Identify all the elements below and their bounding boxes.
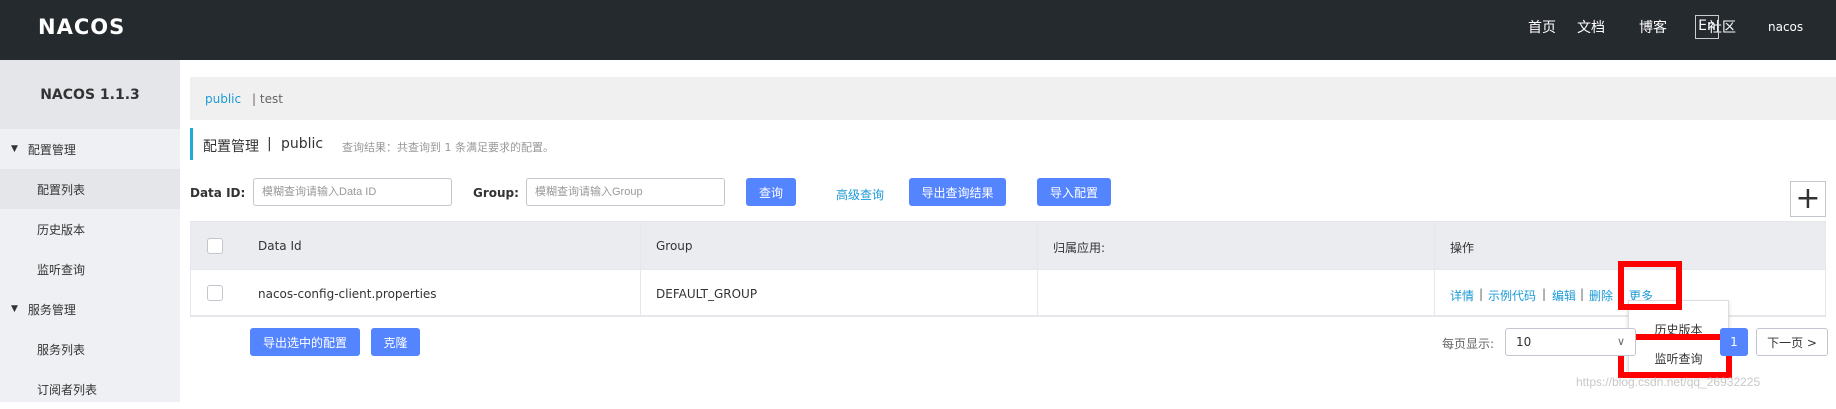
column-header-data-id: Data Id	[258, 239, 302, 253]
data-id-input[interactable]: 模糊查询请输入Data ID	[253, 178, 452, 206]
row-group: DEFAULT_GROUP	[656, 287, 758, 301]
sidebar-item-label: 监听查询	[37, 262, 86, 277]
sidebar-item-listener-query[interactable]: 监听查询	[0, 249, 180, 289]
watermark: https://blog.csdn.net/qq_26932225	[1576, 375, 1761, 389]
sidebar-group-config[interactable]: ▼ 配置管理	[0, 129, 180, 169]
nacos-logo[interactable]: NACOS	[38, 15, 125, 39]
clone-button[interactable]: 克隆	[371, 328, 420, 356]
nav-blog[interactable]: 博客	[1639, 17, 1667, 37]
sidebar-item-label: 历史版本	[37, 222, 86, 237]
next-page-button[interactable]: 下一页 >	[1756, 328, 1828, 356]
sidebar-title: NACOS 1.1.3	[0, 60, 180, 129]
sample-code-link[interactable]: 示例代码	[1488, 287, 1536, 304]
namespace-public[interactable]: public	[205, 92, 241, 106]
page-title: 配置管理	[203, 139, 259, 155]
data-id-label: Data ID:	[190, 186, 246, 200]
export-selected-button[interactable]: 导出选中的配置	[250, 328, 360, 356]
sidebar-group-label: 服务管理	[27, 302, 76, 317]
logo-text: NACOS	[38, 15, 126, 39]
top-header: NACOS 首页 文档 博客 社区	[0, 0, 1836, 60]
caret-down-icon: ▼	[11, 304, 18, 314]
page-size-select[interactable]: 10 ∨	[1505, 328, 1636, 356]
column-header-group: Group	[656, 239, 693, 253]
column-header-app: 归属应用:	[1053, 241, 1106, 255]
namespace-bar	[190, 77, 1836, 120]
column-header-actions: 操作	[1450, 241, 1475, 255]
add-config-button[interactable]: +	[1790, 181, 1826, 217]
detail-link[interactable]: 详情	[1450, 287, 1474, 304]
page-header-marker	[190, 128, 193, 160]
page-number-current[interactable]: 1	[1720, 328, 1748, 356]
title-separator: |	[267, 136, 272, 152]
sidebar-item-subscriber-list[interactable]: 订阅者列表	[0, 369, 180, 409]
query-button[interactable]: 查询	[746, 178, 796, 206]
nav-docs[interactable]: 文档	[1577, 17, 1605, 37]
sidebar-group-service[interactable]: ▼ 服务管理	[0, 289, 180, 329]
page-namespace: public	[281, 136, 324, 152]
edit-link[interactable]: 编辑	[1552, 287, 1576, 304]
highlight-more	[1618, 261, 1682, 310]
row-data-id: nacos-config-client.properties	[258, 287, 437, 301]
sidebar-item-config-list[interactable]: 配置列表	[0, 169, 180, 209]
nav-home[interactable]: 首页	[1528, 17, 1556, 37]
sidebar-item-label: 配置列表	[37, 182, 86, 197]
sidebar-item-label: 服务列表	[37, 342, 86, 357]
user-name[interactable]: nacos	[1768, 20, 1803, 34]
chevron-down-icon: ∨	[1616, 335, 1625, 348]
advanced-query-link[interactable]: 高级查询	[836, 186, 884, 203]
caret-down-icon: ▼	[11, 144, 18, 154]
select-all-checkbox[interactable]	[207, 238, 223, 254]
row-checkbox[interactable]	[207, 285, 223, 301]
import-config-button[interactable]: 导入配置	[1037, 178, 1111, 206]
language-toggle[interactable]: En	[1695, 15, 1719, 39]
namespace-test[interactable]: | test	[252, 92, 283, 106]
group-input[interactable]: 模糊查询请输入Group	[526, 178, 725, 206]
table-header	[191, 222, 1825, 270]
config-table: Data Id Group 归属应用: 操作 nacos-config-clie…	[190, 221, 1826, 317]
sidebar-group-label: 配置管理	[27, 142, 76, 157]
group-label: Group:	[473, 186, 519, 200]
page-size-label: 每页显示:	[1442, 337, 1495, 351]
sidebar-item-service-list[interactable]: 服务列表	[0, 329, 180, 369]
delete-link[interactable]: 删除	[1589, 287, 1613, 304]
query-result-text: 查询结果：共查询到 1 条满足要求的配置。	[342, 141, 554, 154]
page-size-value: 10	[1516, 335, 1532, 349]
sidebar-item-label: 订阅者列表	[37, 382, 98, 397]
sidebar-item-history[interactable]: 历史版本	[0, 209, 180, 249]
export-results-button[interactable]: 导出查询结果	[909, 178, 1006, 206]
sidebar: NACOS 1.1.3 ▼ 配置管理 配置列表 历史版本 监听查询 ▼ 服务管理…	[0, 60, 180, 402]
